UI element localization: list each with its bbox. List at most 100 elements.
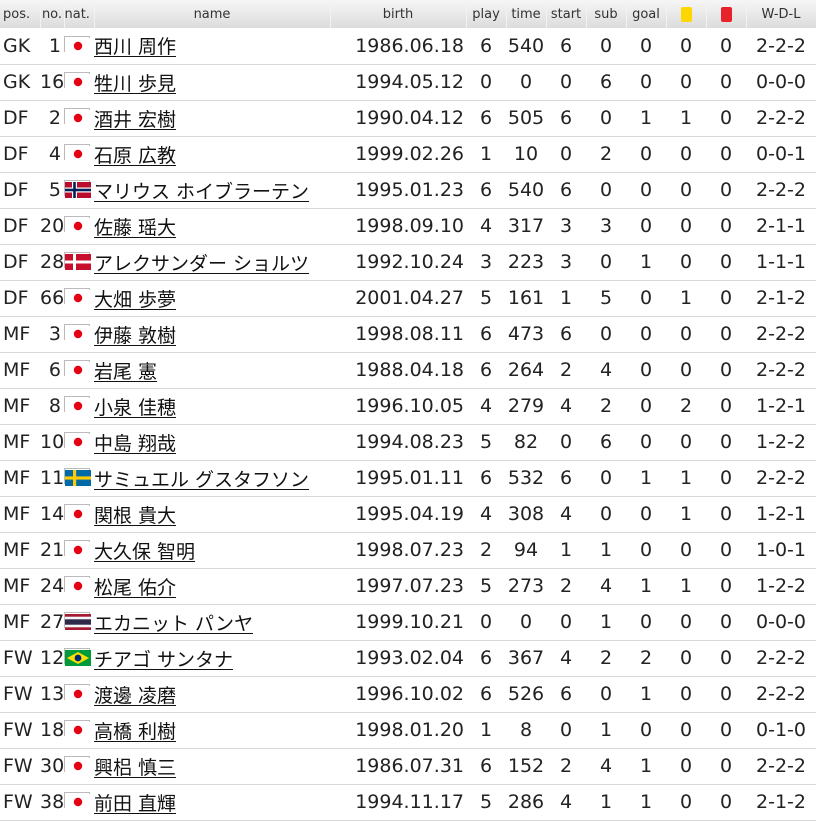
red-card-cell: 0 — [719, 683, 733, 705]
yellow-card-cell: 1 — [679, 503, 693, 525]
table-row: GK 1 西川 周作 1986.06.18 6 540 6 0 0 0 0 2-2-2 — [0, 28, 816, 64]
player-name-link[interactable]: 岩尾 憲 — [94, 361, 157, 383]
goal-cell: 0 — [639, 395, 653, 417]
yellow-card-cell: 0 — [679, 71, 693, 93]
name-cell: 高橋 利樹 — [94, 712, 330, 748]
position-cell: MF — [3, 395, 31, 417]
player-name-link[interactable]: 前田 直輝 — [94, 793, 176, 815]
yellow-card-cell: 0 — [679, 251, 693, 273]
play-cell: 0 — [479, 611, 493, 633]
sub-cell: 3 — [599, 215, 613, 237]
number-cell: 28 — [40, 251, 64, 273]
number-cell: 38 — [40, 791, 64, 813]
red-card-cell: 0 — [719, 107, 733, 129]
sub-cell: 1 — [599, 539, 613, 561]
play-cell: 0 — [479, 71, 493, 93]
player-name-link[interactable]: 佐藤 瑶大 — [94, 217, 176, 239]
table-row: DF 28 アレクサンダー ショルツ 1992.10.24 3 223 3 0 1 0 0 1-1-1 — [0, 244, 816, 280]
number-cell: 11 — [40, 467, 64, 489]
wdl-cell: 1-2-2 — [756, 431, 806, 453]
nationality-cell — [64, 496, 94, 532]
start-cell: 6 — [559, 107, 573, 129]
time-cell: 540 — [507, 34, 545, 57]
player-name-link[interactable]: 牲川 歩見 — [94, 73, 176, 95]
number-cell: 24 — [40, 575, 64, 597]
sub-cell: 1 — [599, 719, 613, 741]
table-row: DF 2 酒井 宏樹 1990.04.12 6 505 6 0 1 1 0 2-2-2 — [0, 100, 816, 136]
player-name-link[interactable]: 興梠 慎三 — [94, 757, 176, 779]
play-cell: 5 — [479, 575, 493, 597]
player-name-link[interactable]: エカニット パンヤ — [94, 613, 253, 635]
play-cell: 4 — [479, 503, 493, 525]
denmark-flag-icon — [64, 252, 91, 270]
player-name-link[interactable]: 石原 広教 — [94, 145, 176, 167]
wdl-cell: 2-2-2 — [756, 467, 806, 489]
nationality-cell — [64, 172, 94, 208]
player-name-link[interactable]: 西川 周作 — [94, 36, 176, 58]
time-cell: 532 — [507, 467, 545, 489]
start-cell: 6 — [559, 34, 573, 57]
player-name-link[interactable]: 関根 貴大 — [94, 505, 176, 527]
play-cell: 4 — [479, 395, 493, 417]
player-name-link[interactable]: マリウス ホイブラーテン — [94, 181, 309, 203]
position-cell: FW — [3, 719, 33, 741]
birth-cell: 1993.02.04 — [355, 647, 464, 669]
play-cell: 6 — [479, 34, 493, 57]
goal-cell: 0 — [639, 34, 653, 57]
red-card-cell: 0 — [719, 719, 733, 741]
start-cell: 2 — [559, 359, 573, 381]
sweden-flag-icon — [64, 468, 91, 486]
sub-cell: 6 — [599, 71, 613, 93]
table-row: FW 13 渡邊 凌磨 1996.10.02 6 526 6 0 1 0 0 2-2-2 — [0, 676, 816, 712]
name-cell: アレクサンダー ショルツ — [94, 244, 330, 280]
birth-cell: 1998.07.23 — [355, 539, 464, 561]
player-name-link[interactable]: 大久保 智明 — [94, 541, 195, 563]
name-cell: 大畑 歩夢 — [94, 280, 330, 316]
wdl-cell: 2-2-2 — [756, 647, 806, 669]
red-card-cell: 0 — [719, 755, 733, 777]
position-cell: GK — [3, 71, 31, 93]
player-name-link[interactable]: アレクサンダー ショルツ — [94, 253, 309, 275]
table-row: DF 4 石原 広教 1999.02.26 1 10 0 2 0 0 0 0-0-1 — [0, 136, 816, 172]
table-row: DF 20 佐藤 瑶大 1998.09.10 4 317 3 3 0 0 0 2-1-1 — [0, 208, 816, 244]
player-name-link[interactable]: 中島 翔哉 — [94, 433, 176, 455]
goal-cell: 0 — [639, 539, 653, 561]
wdl-cell: 1-1-1 — [756, 251, 806, 273]
header-name: name — [94, 0, 331, 28]
player-name-link[interactable]: チアゴ サンタナ — [94, 649, 233, 671]
sub-cell: 0 — [599, 107, 613, 129]
name-cell: 渡邊 凌磨 — [94, 676, 330, 712]
goal-cell: 0 — [639, 503, 653, 525]
player-name-link[interactable]: 松尾 佑介 — [94, 577, 176, 599]
yellow-card-cell: 0 — [679, 359, 693, 381]
time-cell: 8 — [519, 719, 533, 741]
number-cell: 21 — [40, 539, 64, 561]
player-name-link[interactable]: 小泉 佳穂 — [94, 397, 176, 419]
yellow-card-cell: 0 — [679, 215, 693, 237]
goal-cell: 1 — [639, 755, 653, 777]
wdl-cell: 0-0-0 — [756, 611, 806, 633]
play-cell: 6 — [479, 647, 493, 669]
player-name-link[interactable]: 渡邊 凌磨 — [94, 685, 176, 707]
number-cell: 2 — [48, 107, 61, 129]
birth-cell: 1995.01.23 — [355, 179, 464, 201]
sub-cell: 6 — [599, 431, 613, 453]
goal-cell: 0 — [639, 359, 653, 381]
time-cell: 0 — [519, 71, 533, 93]
sub-cell: 2 — [599, 647, 613, 669]
wdl-cell: 2-2-2 — [756, 107, 806, 129]
player-name-link[interactable]: 高橋 利樹 — [94, 721, 176, 743]
position-cell: DF — [3, 287, 29, 309]
sub-cell: 0 — [599, 179, 613, 201]
start-cell: 3 — [559, 251, 573, 273]
wdl-cell: 0-0-1 — [756, 143, 806, 165]
player-name-link[interactable]: 酒井 宏樹 — [94, 109, 176, 131]
wdl-cell: 2-1-2 — [756, 287, 806, 309]
number-cell: 10 — [40, 431, 64, 453]
goal-cell: 1 — [639, 575, 653, 597]
yellow-card-cell: 2 — [679, 395, 693, 417]
player-name-link[interactable]: サミュエル グスタフソン — [94, 469, 309, 491]
player-name-link[interactable]: 伊藤 敦樹 — [94, 325, 176, 347]
table-row: DF 5 マリウス ホイブラーテン 1995.01.23 6 540 6 0 0 0 0 2-2-2 — [0, 172, 816, 208]
player-name-link[interactable]: 大畑 歩夢 — [94, 289, 176, 311]
